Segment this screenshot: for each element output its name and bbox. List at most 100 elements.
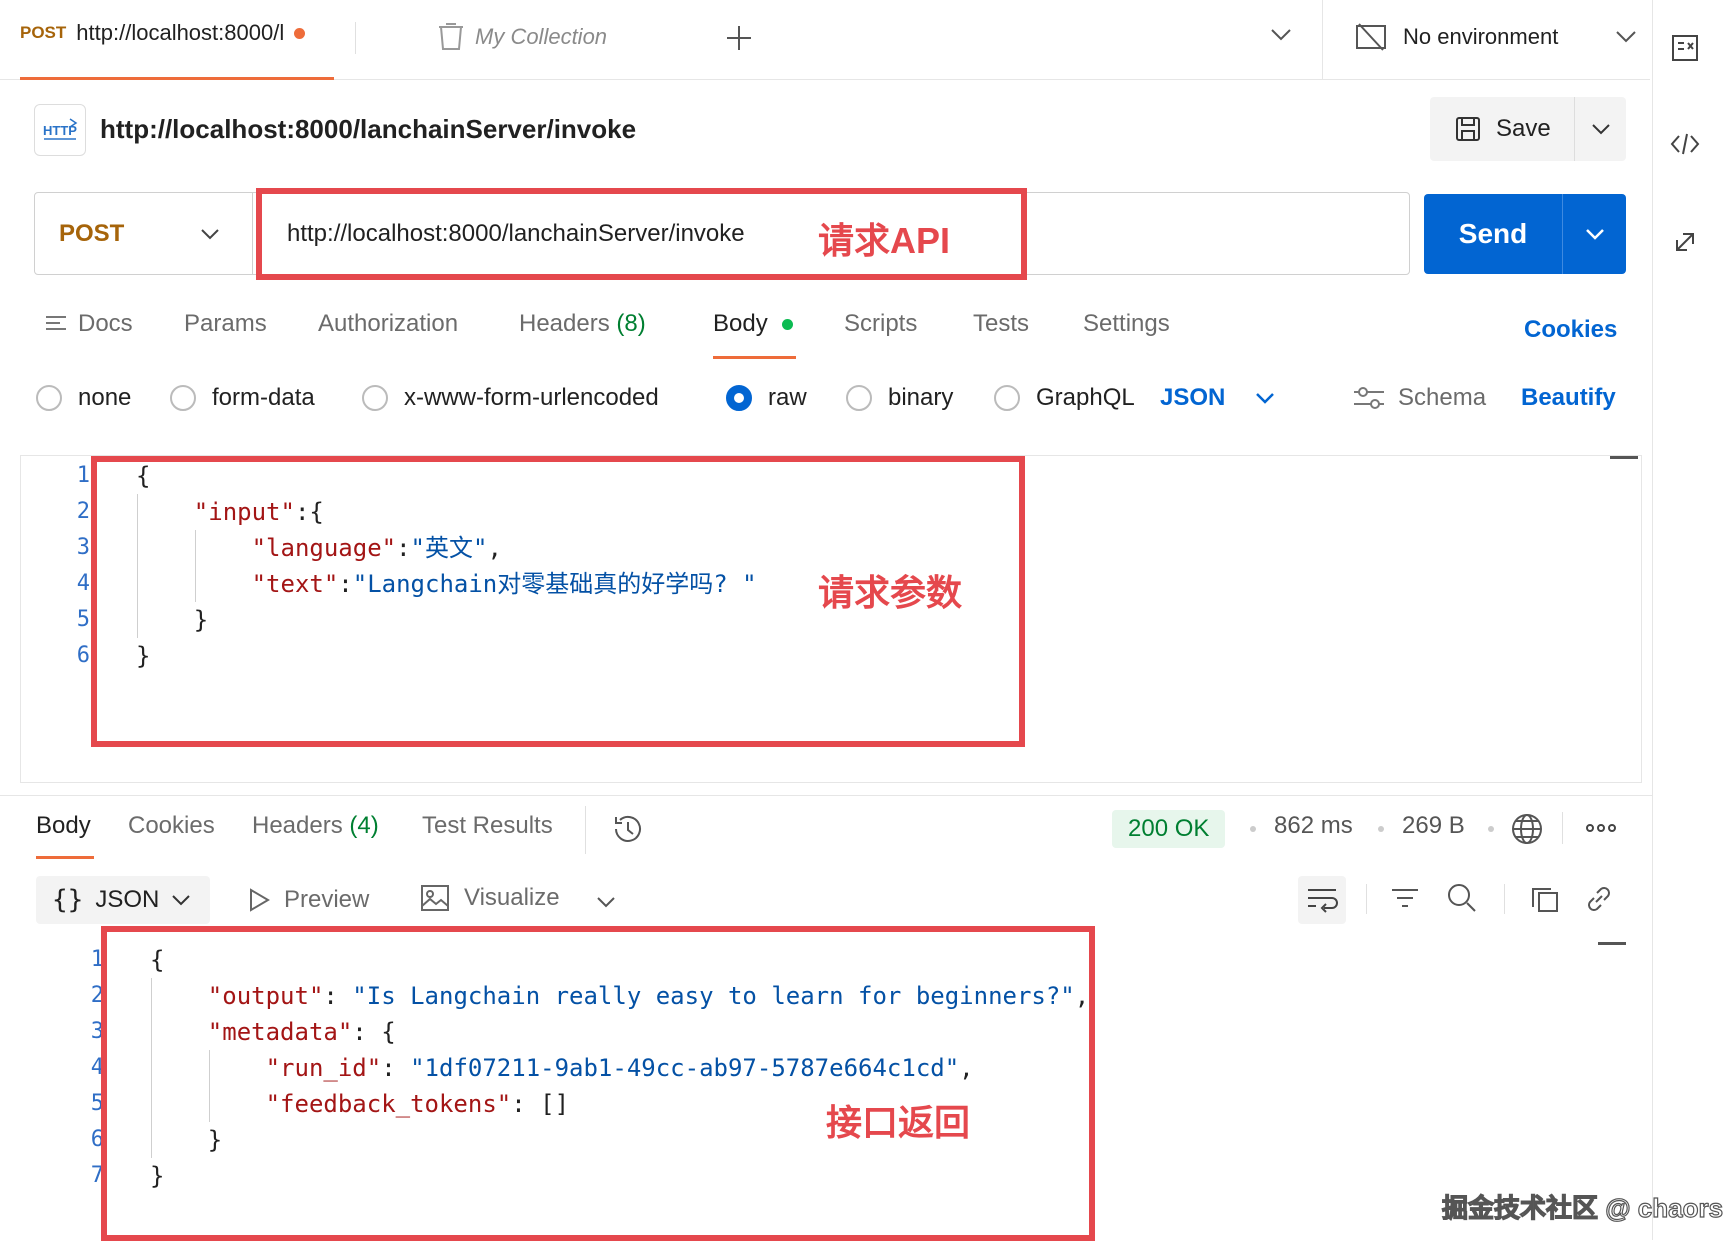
more-options-icon[interactable] [1585,820,1617,836]
radio-urlencoded[interactable]: x-www-form-urlencoded [362,384,659,412]
save-label: Save [1496,115,1551,142]
radio-urlencoded-circle [362,385,388,411]
line-number: 1 [76,463,90,488]
code-icon[interactable] [1669,128,1701,160]
response-meta-divider [1562,812,1563,844]
beautify-button[interactable]: Beautify [1521,384,1616,412]
radio-graphql-label: GraphQL [1036,384,1135,411]
response-scrollbar[interactable] [1598,942,1626,945]
request-tab[interactable]: POST http://localhost:8000/l [20,20,306,46]
schema-button[interactable]: Schema [1352,384,1486,412]
response-tab-test-results[interactable]: Test Results [422,812,553,840]
tab-list-chevron-icon[interactable] [1270,28,1292,42]
save-button[interactable]: Save [1430,97,1574,161]
unsaved-dot [294,27,306,39]
history-icon[interactable] [611,812,645,846]
radio-binary[interactable]: binary [846,384,953,412]
separator-dot [1488,826,1494,832]
response-format-chevron-icon [171,894,191,906]
copy-icon[interactable] [1530,884,1560,914]
tab-title: http://localhost:8000/l [76,20,285,45]
radio-binary-circle [846,385,872,411]
tab-scripts[interactable]: Scripts [844,310,917,338]
radio-raw-circle [726,385,752,411]
line-number: 2 [76,499,90,524]
headers-label: Headers [519,310,610,337]
radio-graphql-circle [994,385,1020,411]
cookies-link[interactable]: Cookies [1524,316,1617,344]
globe-icon[interactable] [1510,812,1544,846]
body-format-select[interactable]: JSON [1160,384,1275,412]
environment-selector[interactable]: No environment [1355,22,1558,52]
http-icon: HTTP [34,104,86,156]
request-line-numbers: 1 2 3 4 5 6 [70,458,90,674]
response-time[interactable]: 862 ms [1274,812,1353,840]
collection-tab[interactable]: My Collection [437,22,607,52]
preview-button[interactable]: Preview [248,886,369,914]
docs-icon [44,313,68,335]
response-tab-headers[interactable]: Headers (4) [252,812,379,840]
annotation-label-response: 接口返回 [826,1102,971,1143]
radio-urlencoded-label: x-www-form-urlencoded [404,384,659,411]
save-options-chevron-icon[interactable] [1575,97,1626,161]
format-chevron-icon [1255,392,1275,404]
toolbar-divider [1504,884,1505,914]
tab-settings[interactable]: Settings [1083,310,1170,338]
radio-none-circle [36,385,62,411]
radio-raw-label: raw [768,384,807,411]
radio-none[interactable]: none [36,384,131,412]
response-format-select[interactable]: {} JSON [36,876,210,924]
link-icon[interactable] [1584,884,1614,914]
line-number: 5 [76,607,90,632]
response-tab-divider [585,806,586,854]
response-tab-cookies[interactable]: Cookies [128,812,215,840]
tab-docs[interactable]: Docs [44,310,133,338]
send-options-chevron-icon[interactable] [1563,228,1626,240]
method-select[interactable]: POST [35,193,253,274]
separator-dot [1378,826,1384,832]
expand-icon[interactable] [1669,226,1701,258]
tab-authorization[interactable]: Authorization [318,310,458,338]
send-button[interactable]: Send [1424,218,1562,250]
documentation-icon[interactable] [1669,32,1701,64]
watermark: 掘金技术社区 @ chaors [1441,1192,1724,1223]
toolbar-divider [1366,884,1367,914]
radio-form-data[interactable]: form-data [170,384,315,412]
response-format-label: JSON [95,886,160,913]
body-active-dot [781,318,793,330]
body-label: Body [713,310,768,337]
request-title: http://localhost:8000/lanchainServer/inv… [100,114,637,144]
radio-binary-label: binary [888,384,954,411]
response-tab-body[interactable]: Body [36,812,91,840]
annotation-label-params: 请求参数 [818,572,963,613]
tab-params[interactable]: Params [184,310,267,338]
schema-icon [1352,385,1386,411]
body-format-label: JSON [1160,384,1226,411]
response-size[interactable]: 269 B [1402,812,1465,840]
visualize-chevron-icon[interactable] [596,896,616,908]
radio-raw[interactable]: raw [726,384,807,412]
schema-label: Schema [1398,384,1487,411]
search-icon[interactable] [1446,882,1478,914]
wrap-lines-icon[interactable] [1298,876,1346,924]
tab-bar: POST http://localhost:8000/l My Collecti… [0,0,1650,80]
tab-tests[interactable]: Tests [973,310,1029,338]
tab-body[interactable]: Body [713,310,793,338]
active-tab-indicator [20,77,334,80]
no-environment-icon [1355,22,1387,52]
collection-icon [437,22,465,52]
radio-form-data-label: form-data [212,384,315,411]
line-number: 4 [76,571,90,596]
radio-graphql[interactable]: GraphQL [994,384,1135,412]
filter-icon[interactable] [1390,886,1420,912]
status-badge[interactable]: 200 OK [1112,810,1226,848]
response-headers-count: (4) [349,812,379,839]
editor-scrollbar[interactable] [1610,456,1638,459]
environment-chevron-icon[interactable] [1615,30,1637,44]
tab-headers[interactable]: Headers (8) [519,310,646,338]
separator-dot [1250,826,1256,832]
right-sidebar [1652,0,1728,1240]
new-tab-icon[interactable] [725,24,753,52]
visualize-button[interactable]: Visualize [420,884,560,912]
tab-method: POST [20,23,67,42]
